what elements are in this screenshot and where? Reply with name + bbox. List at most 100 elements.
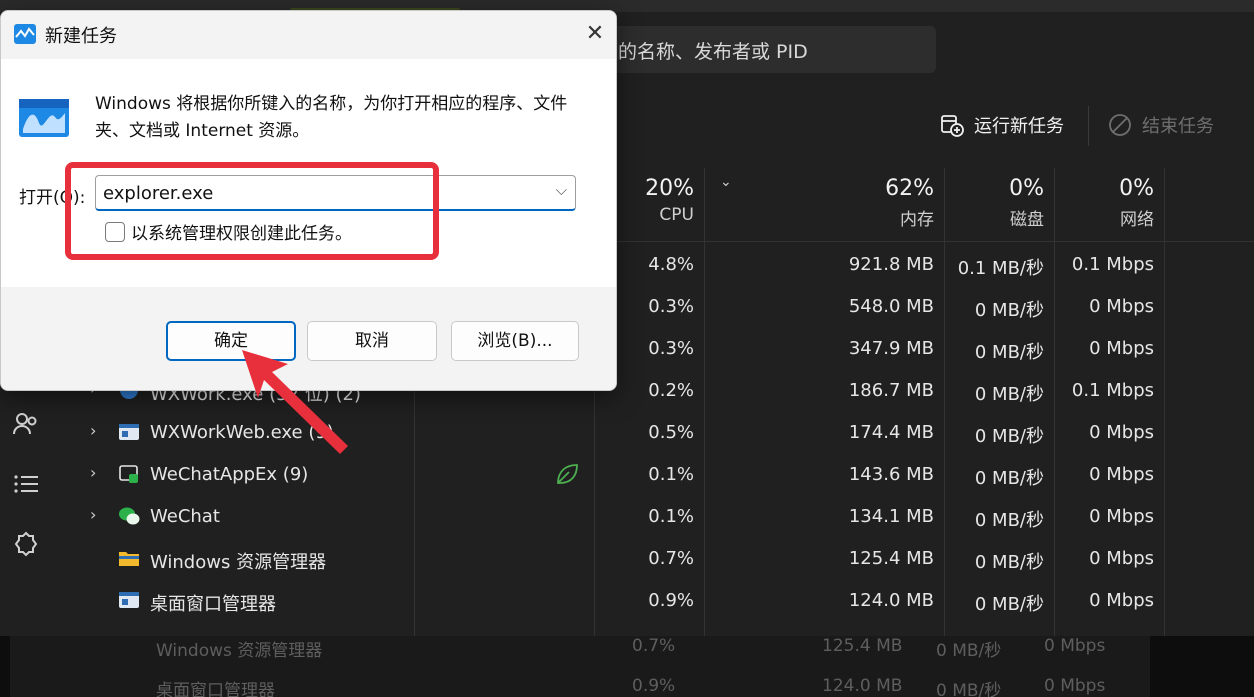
- network-value: 0 Mbps: [1089, 464, 1154, 485]
- process-name: WeChat: [150, 506, 220, 527]
- dimmed-row: Windows 资源管理器 0.7% 125.4 MB 0 MB/秒 0 Mbp…: [0, 636, 1254, 666]
- expand-chevron-icon[interactable]: ›: [90, 421, 96, 440]
- cpu-value: 0.9%: [648, 590, 694, 611]
- network-value: 0 Mbps: [1089, 296, 1154, 317]
- table-row[interactable]: › WeChatAppEx (9) 0.1% 143.6 MB 0 MB/秒 0…: [60, 453, 1254, 495]
- process-name: 桌面窗口管理器: [150, 594, 276, 615]
- run-task-icon: [941, 115, 964, 137]
- network-value: 0 Mbps: [1089, 506, 1154, 527]
- wechat-app-icon: [119, 465, 138, 483]
- dialog-title: 新建任务: [45, 26, 117, 47]
- efficiency-leaf-icon: [557, 464, 578, 484]
- memory-percent: 62%: [885, 176, 934, 201]
- memory-value: 124.0 MB: [848, 590, 934, 611]
- memory-value: 548.0 MB: [848, 296, 934, 317]
- details-list-icon[interactable]: [12, 470, 40, 498]
- memory-value: 174.4 MB: [848, 422, 934, 443]
- memory-value: 186.7 MB: [848, 380, 934, 401]
- run-new-task-button[interactable]: 运行新任务: [940, 112, 1064, 138]
- highlight-box: [65, 162, 439, 260]
- users-icon[interactable]: [12, 410, 40, 438]
- services-icon[interactable]: [12, 530, 40, 558]
- disk-value: 0 MB/秒: [974, 342, 1044, 363]
- process-name: WeChatAppEx (9): [150, 464, 309, 485]
- wechat-icon: [119, 507, 140, 525]
- cpu-percent: 20%: [645, 176, 694, 201]
- network-value: 0 Mbps: [1089, 590, 1154, 611]
- network-value: 0.1 Mbps: [1071, 380, 1154, 401]
- dim-memory-value: 124.0 MB: [822, 676, 903, 696]
- dim-process-name: 桌面窗口管理器: [156, 681, 275, 697]
- cpu-value: 0.5%: [648, 422, 694, 443]
- disk-value: 0 MB/秒: [974, 468, 1044, 489]
- dimmed-row: 桌面窗口管理器 0.9% 124.0 MB 0 MB/秒 0 Mbps: [0, 676, 1254, 697]
- search-box[interactable]: 的名称、发布者或 PID: [600, 26, 936, 73]
- network-value: 0 Mbps: [1089, 548, 1154, 569]
- disk-value: 0 MB/秒: [974, 384, 1044, 405]
- disk-value: 0 MB/秒: [974, 510, 1044, 531]
- disk-value: 0 MB/秒: [974, 426, 1044, 447]
- search-text: 的名称、发布者或 PID: [618, 41, 808, 63]
- process-name: Windows 资源管理器: [150, 552, 327, 573]
- table-row[interactable]: › WeChat 0.1% 134.1 MB 0 MB/秒 0 Mbps: [60, 495, 1254, 537]
- network-value: 0.1 Mbps: [1071, 254, 1154, 275]
- cpu-value: 0.3%: [648, 338, 694, 359]
- table-row[interactable]: 桌面窗口管理器 0.9% 124.0 MB 0 MB/秒 0 Mbps: [60, 579, 1254, 621]
- dim-process-name: Windows 资源管理器: [156, 641, 323, 661]
- end-task-label: 结束任务: [1142, 116, 1214, 137]
- cpu-value: 4.8%: [648, 254, 694, 275]
- chevron-down-icon[interactable]: ⌵: [556, 181, 567, 199]
- memory-value: 347.9 MB: [848, 338, 934, 359]
- window-manager-icon: [119, 592, 139, 608]
- task-manager-icon: [14, 24, 36, 44]
- network-value: 0 Mbps: [1089, 422, 1154, 443]
- disk-value: 0.1 MB/秒: [957, 258, 1044, 279]
- cpu-value: 0.3%: [648, 296, 694, 317]
- network-percent: 0%: [1119, 176, 1154, 201]
- close-icon[interactable]: ✕: [581, 21, 609, 49]
- expand-chevron-icon[interactable]: ›: [90, 463, 96, 482]
- dim-network-value: 0 Mbps: [1044, 636, 1106, 656]
- memory-value: 134.1 MB: [848, 506, 934, 527]
- action-separator: [1088, 106, 1089, 146]
- disk-percent: 0%: [1009, 176, 1044, 201]
- dim-cpu-value: 0.7%: [632, 636, 676, 656]
- memory-column-header[interactable]: 62% 内存: [834, 176, 934, 230]
- memory-value: 143.6 MB: [848, 464, 934, 485]
- network-label: 网络: [1120, 210, 1154, 230]
- disk-value: 0 MB/秒: [974, 552, 1044, 573]
- memory-value: 921.8 MB: [848, 254, 934, 275]
- cpu-value: 0.1%: [648, 506, 694, 527]
- cpu-label: CPU: [659, 205, 694, 225]
- run-new-task-label: 运行新任务: [974, 116, 1064, 137]
- dialog-titlebar: 新建任务 ✕: [1, 11, 616, 57]
- end-task-button[interactable]: 结束任务: [1108, 112, 1214, 138]
- folder-icon: [119, 552, 139, 566]
- disk-value: 0 MB/秒: [974, 300, 1044, 321]
- cpu-value: 0.7%: [648, 548, 694, 569]
- network-column-header[interactable]: 0% 网络: [1064, 176, 1154, 230]
- disk-column-header[interactable]: 0% 磁盘: [954, 176, 1044, 230]
- network-value: 0 Mbps: [1089, 338, 1154, 359]
- dimmed-background: Windows 资源管理器 0.7% 125.4 MB 0 MB/秒 0 Mbp…: [0, 636, 1254, 697]
- left-nav: [0, 380, 58, 636]
- run-icon: [19, 99, 69, 137]
- dim-disk-value: 0 MB/秒: [936, 641, 1002, 661]
- memory-value: 125.4 MB: [848, 548, 934, 569]
- end-task-icon: [1109, 114, 1131, 136]
- dim-cpu-value: 0.9%: [632, 676, 676, 696]
- expand-chevron-icon[interactable]: ›: [90, 505, 96, 524]
- cpu-value: 0.1%: [648, 464, 694, 485]
- sort-chevron-icon: ⌄: [720, 174, 732, 190]
- cpu-value: 0.2%: [648, 380, 694, 401]
- pointer-arrow-icon: [242, 350, 348, 454]
- disk-label: 磁盘: [1010, 210, 1044, 230]
- dim-network-value: 0 Mbps: [1044, 676, 1106, 696]
- table-row[interactable]: Windows 资源管理器 0.7% 125.4 MB 0 MB/秒 0 Mbp…: [60, 537, 1254, 579]
- cpu-column-header[interactable]: 20% CPU: [604, 176, 694, 225]
- browse-button[interactable]: 浏览(B)...: [451, 321, 579, 361]
- dialog-description: Windows 将根据你所键入的名称，为你打开相应的程序、文件夹、文档或 Int…: [95, 94, 568, 141]
- dim-disk-value: 0 MB/秒: [936, 681, 1002, 697]
- dim-memory-value: 125.4 MB: [822, 636, 903, 656]
- disk-value: 0 MB/秒: [974, 594, 1044, 615]
